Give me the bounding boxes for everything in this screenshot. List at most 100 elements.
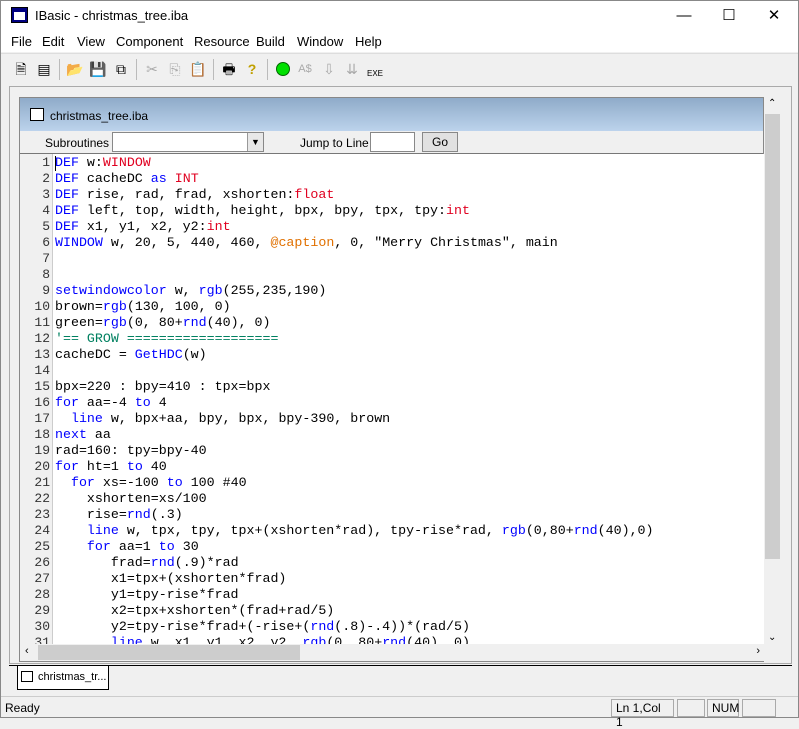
menu-build[interactable]: Build [256,34,285,49]
code-line: DEF w:WINDOW [55,155,151,170]
help-icon[interactable]: ? [242,59,262,79]
code-line: xshorten=xs/100 [55,491,207,506]
line-number: 4 [42,203,50,218]
run-icon[interactable] [273,59,293,79]
line-number: 18 [34,427,50,442]
step-all-icon[interactable]: ⇊ [342,59,362,79]
keyword-token: to [134,395,151,410]
keyword-token: line [70,411,103,426]
copy-icon[interactable]: ⎘ [165,59,185,79]
keyword-token: setwindowcolor [55,283,167,298]
menu-bar: File Edit View Component Resource Build … [1,31,798,52]
code-line: for ht=1 to 40 [55,459,167,474]
maximize-button[interactable]: ☐ [706,1,752,31]
code-token: cacheDC [78,171,151,186]
keyword-token: DEF [55,219,79,234]
code-token: 100 #40 [182,475,247,490]
code-line: x1=tpx+(xshorten*frad) [55,571,287,586]
code-token: w: [78,155,103,170]
keyword-token: rgb [501,523,526,538]
code-line: for aa=1 to 30 [55,539,199,554]
editor-window: christmas_tree.iba Subroutines ▼ Jump to… [19,97,765,662]
keyword-token: rgb [198,283,223,298]
step-icon[interactable]: ⇩ [319,59,339,79]
line-number: 17 [34,411,50,426]
code-token: cacheDC = [55,347,135,362]
editor-title-bar: christmas_tree.iba [20,98,763,131]
code-token: (130, 100, 0) [126,299,231,314]
menu-view[interactable]: View [77,34,105,49]
paste-icon[interactable]: 📋 [188,59,208,79]
code-token: bpx=220 : bpy=410 : tpx=bpx [55,379,271,394]
menu-component[interactable]: Component [116,34,183,49]
vertical-scroll-thumb[interactable] [765,114,780,559]
print-icon[interactable]: 🖶 [219,59,239,79]
code-token: w, bpx+aa, bpy, bpx, bpy-390, brown [102,411,391,426]
vertical-scrollbar[interactable]: ⌃ ⌄ [764,97,781,644]
menu-window[interactable]: Window [297,34,343,49]
scroll-up-icon[interactable]: ⌃ [768,98,776,109]
code-line: next aa [55,427,111,442]
code-token: (w) [182,347,207,362]
scroll-right-icon[interactable]: › [756,645,760,657]
code-token: xs=-100 [94,475,167,490]
line-number: 16 [34,395,50,410]
keyword-token: for [55,459,79,474]
close-button[interactable]: ✕ [751,1,797,31]
menu-file[interactable]: File [11,34,32,49]
menu-resource[interactable]: Resource [194,34,250,49]
line-number: 25 [34,539,50,554]
go-button[interactable]: Go [422,132,458,152]
tab-christmas-tree[interactable]: christmas_tr... [17,666,109,690]
menu-edit[interactable]: Edit [42,34,64,49]
open-folder-icon[interactable]: 📂 [65,59,85,79]
code-token: x2=tpx+xshorten*(frad+rad/5) [55,603,335,618]
code-line: for aa=-4 to 4 [55,395,167,410]
line-number: 11 [34,315,50,330]
scroll-left-icon[interactable]: ‹ [25,645,29,657]
code-token: , 0, "Merry Christmas", main [334,235,558,250]
code-token: 40 [142,459,167,474]
line-number: 27 [34,571,50,586]
keyword-token: line [110,635,143,644]
save-all-icon[interactable]: ⧉ [111,59,131,79]
line-number: 26 [34,555,50,570]
jump-to-line-label: Jump to Line [300,136,369,150]
code-line: y1=tpy-rise*frad [55,587,239,602]
keyword-token: rnd [182,315,207,330]
code-line: brown=rgb(130, 100, 0) [55,299,231,314]
new-file-icon[interactable]: 🗎 [11,59,31,79]
line-number: 2 [42,171,50,186]
code-token: left, top, width, height, bpx, bpy, tpx,… [78,203,447,218]
num-lock-indicator: NUM [707,699,739,717]
code-line: line w, tpx, tpy, tpx+(xshorten*rad), tp… [55,523,654,538]
code-token: (.8)-.4))*(rad/5) [334,619,470,634]
keyword-token: rnd [150,555,175,570]
keyword-token: next [55,427,87,442]
string-icon[interactable]: A$ [295,59,315,79]
line-number: 6 [42,235,50,250]
horizontal-scrollbar[interactable]: ‹ › [21,644,764,661]
menu-help[interactable]: Help [355,34,382,49]
new-window-icon[interactable]: ▤ [34,59,54,79]
line-number: 15 [34,379,50,394]
line-number: 22 [34,491,50,506]
cut-icon[interactable]: ✂ [142,59,162,79]
scroll-down-icon[interactable]: ⌄ [768,632,776,643]
keyword-token: line [86,523,119,538]
constant-token: @caption [270,235,335,250]
minimize-button[interactable]: — [661,1,707,31]
chevron-down-icon[interactable]: ▼ [247,133,263,151]
code-line: line w, bpx+aa, bpy, bpx, bpy-390, brown [55,411,390,426]
save-icon[interactable]: 💾 [88,59,108,79]
jump-to-line-input[interactable] [370,132,415,152]
code-editor[interactable]: 1 2 3 4 5 6 7 8 9 10 11 12 13 14 15 16 17 18 19 20 21 22 23 24 2… [28,154,765,644]
keyword-token: DEF [55,155,79,170]
subroutines-dropdown[interactable]: ▼ [112,132,264,152]
build-exe-icon[interactable]: EXE [365,59,385,79]
code-token: w, [166,283,199,298]
line-number: 3 [42,187,50,202]
keyword-token: rgb [102,299,127,314]
horizontal-scroll-thumb[interactable] [38,645,300,660]
